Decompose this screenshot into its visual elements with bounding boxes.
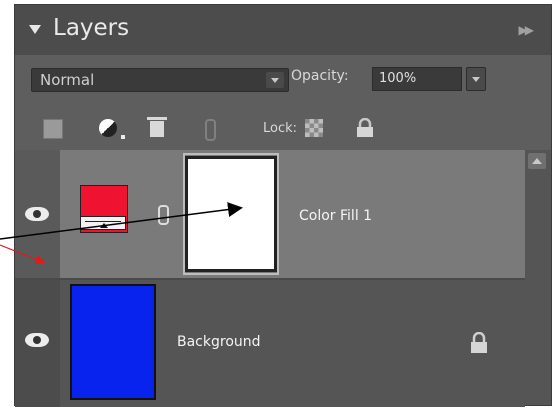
- opacity-slider-button[interactable]: [466, 67, 486, 91]
- layer-row-background[interactable]: Background: [15, 280, 525, 407]
- layers-list: Color Fill 1 Background: [15, 150, 525, 407]
- blend-toolbar: Normal Opacity: 100%: [15, 55, 551, 115]
- opacity-label: Opacity:: [291, 68, 349, 84]
- adjustment-menu-dot-icon: [121, 135, 125, 139]
- layer-mask-thumbnail[interactable]: [185, 156, 277, 272]
- lock-label: Lock:: [263, 121, 298, 136]
- layer-tools-toolbar: Lock:: [15, 115, 551, 150]
- fill-thumbnail-slider-icon: [80, 216, 126, 230]
- trash-icon[interactable]: [147, 117, 167, 137]
- layer-row-color-fill[interactable]: Color Fill 1: [15, 150, 525, 278]
- eye-icon[interactable]: [25, 207, 49, 221]
- blend-mode-select[interactable]: Normal: [31, 68, 289, 92]
- lock-all-icon[interactable]: [355, 118, 375, 138]
- double-chevron-right-icon[interactable]: ▶▶: [519, 23, 535, 37]
- chain-icon[interactable]: [158, 205, 169, 225]
- link-icon[interactable]: [205, 119, 216, 141]
- visibility-column: [15, 150, 60, 278]
- layers-panel: Layers ▶▶ Normal Opacity: 100% Lock: Col…: [14, 4, 552, 407]
- collapse-triangle-icon[interactable]: [29, 25, 41, 34]
- layer-name[interactable]: Background: [177, 334, 261, 350]
- eye-icon[interactable]: [25, 333, 49, 347]
- scroll-up-arrow-icon[interactable]: [528, 153, 546, 169]
- chevron-down-icon[interactable]: [266, 72, 284, 88]
- lock-icon: [471, 332, 487, 353]
- adjustment-layer-icon[interactable]: [99, 119, 117, 137]
- panel-titlebar[interactable]: Layers ▶▶: [15, 5, 551, 55]
- panel-title: Layers: [53, 15, 130, 41]
- new-layer-icon[interactable]: [43, 119, 63, 139]
- layers-scrollbar[interactable]: [525, 150, 551, 405]
- opacity-value: 100%: [379, 71, 417, 86]
- blend-mode-value: Normal: [40, 71, 95, 89]
- opacity-input[interactable]: 100%: [372, 67, 462, 91]
- lock-transparency-icon[interactable]: [305, 119, 323, 137]
- background-thumbnail[interactable]: [70, 284, 156, 400]
- layer-name[interactable]: Color Fill 1: [299, 208, 372, 224]
- visibility-column: [15, 280, 60, 407]
